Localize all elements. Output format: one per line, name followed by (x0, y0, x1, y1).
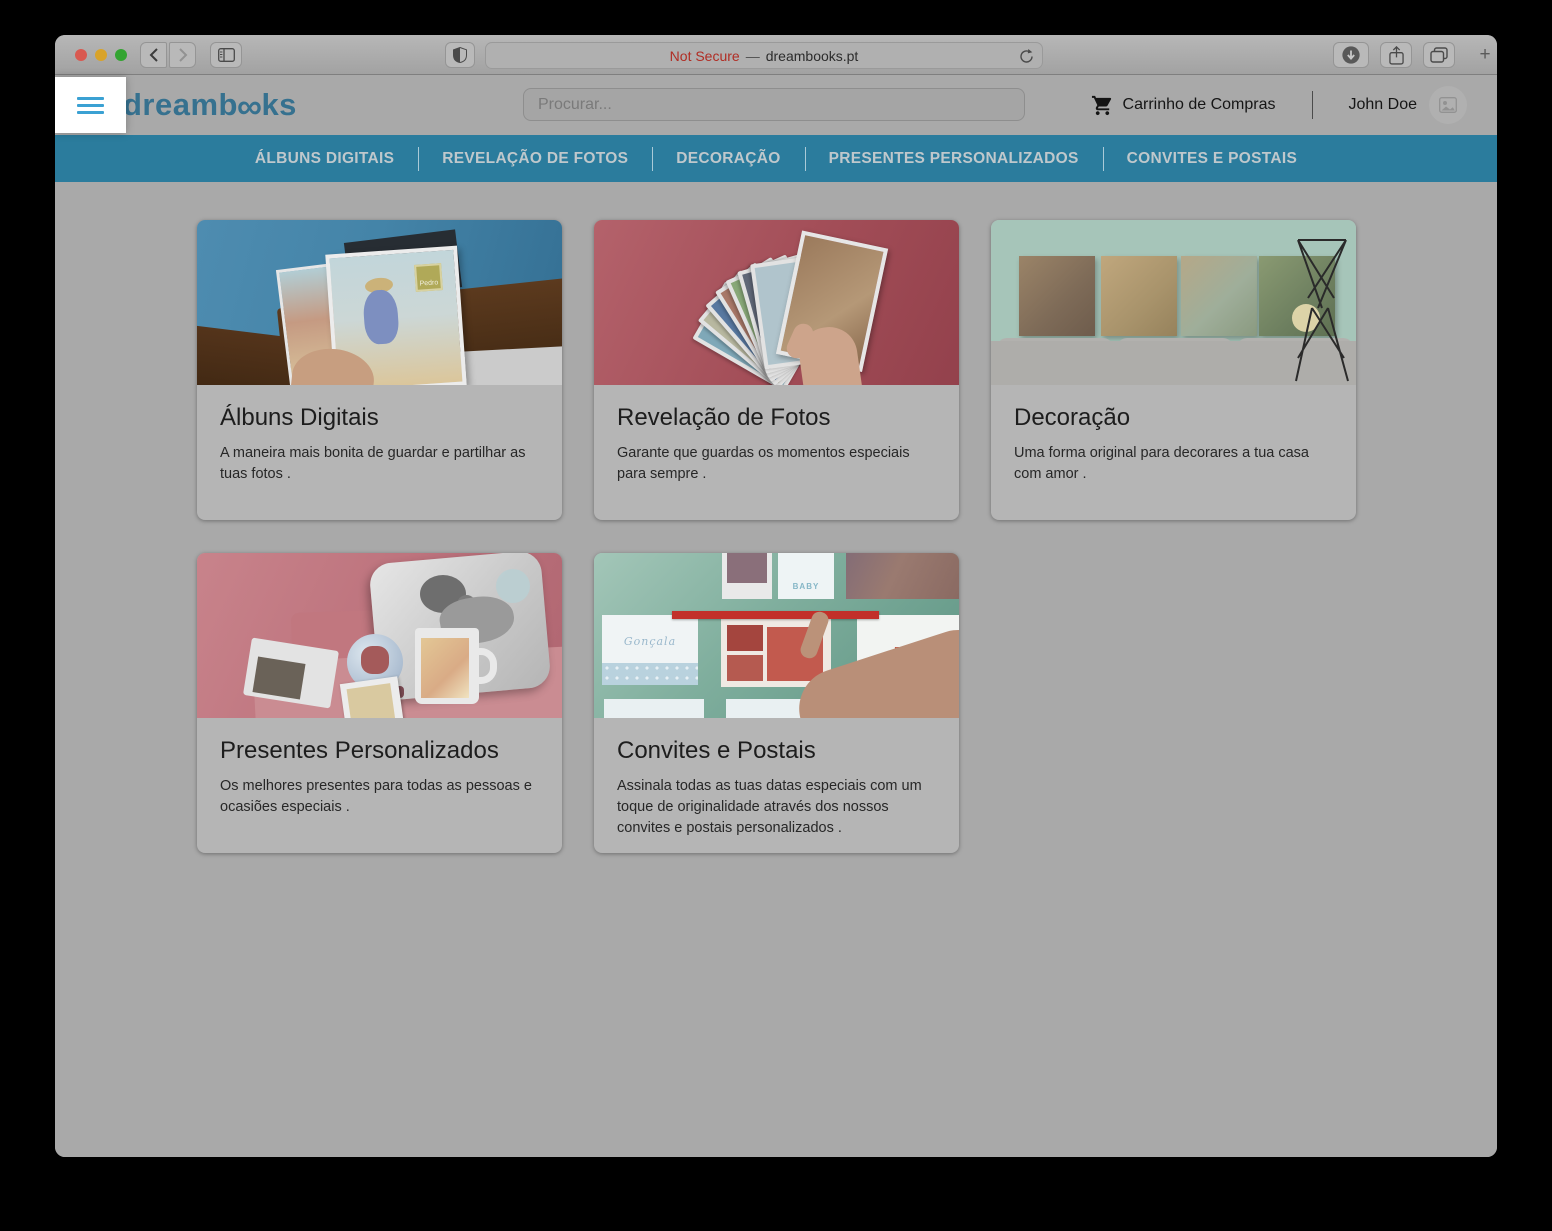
shield-icon (453, 47, 467, 63)
page-content: Pedro Álbuns Digitais A maneira mais bon… (55, 182, 1497, 1157)
logo-suffix: ks (261, 87, 296, 122)
avatar[interactable] (1429, 86, 1467, 124)
card-title: Convites e Postais (617, 737, 936, 765)
site-logo[interactable]: dreamb∞ks (123, 87, 297, 127)
card-description: Garante que guardas os momentos especiai… (617, 443, 936, 485)
card-description: A maneira mais bonita de guardar e parti… (220, 443, 539, 485)
window-controls (75, 49, 127, 61)
card-title: Decoração (1014, 404, 1333, 432)
main-navigation: ÁLBUNS DIGITAIS REVELAÇÃO DE FOTOS DECOR… (55, 135, 1497, 182)
hamburger-menu-button[interactable] (77, 97, 104, 114)
tab-overview-button[interactable] (1423, 42, 1455, 68)
card-image-personalized-gifts (197, 553, 562, 718)
category-card-albuns-digitais[interactable]: Pedro Álbuns Digitais A maneira mais bon… (197, 220, 562, 520)
url-separator: — (746, 48, 760, 64)
user-menu[interactable]: John Doe (1349, 86, 1468, 124)
security-status: Not Secure (670, 48, 740, 64)
category-card-revelacao-de-fotos[interactable]: Revelação de Fotos Garante que guardas o… (594, 220, 959, 520)
card-description: Uma forma original para decorares a tua … (1014, 443, 1333, 485)
browser-toolbar: Not Secure — dreambooks.pt + (55, 35, 1497, 75)
share-button[interactable] (1380, 42, 1412, 68)
baby-card-label: BABY (778, 553, 834, 599)
header-actions: Carrinho de Compras John Doe (1091, 75, 1467, 135)
card-image-photo-albums: Pedro (197, 220, 562, 385)
chevron-right-icon (178, 48, 188, 62)
card-image-invitations: BABY Gonçala FELIZ (594, 553, 959, 718)
cart-label: Carrinho de Compras (1123, 96, 1276, 114)
site-header: dreamb∞ks Carrinho de Compras John Doe (55, 75, 1497, 135)
chevron-left-icon (149, 48, 159, 62)
forward-button[interactable] (169, 42, 196, 68)
infinity-icon: ∞ (237, 87, 262, 126)
album-cover-badge: Pedro (414, 263, 443, 292)
reload-button[interactable] (1019, 49, 1034, 67)
tabs-overview-icon (1430, 47, 1448, 63)
download-icon (1341, 45, 1361, 65)
category-card-decoracao[interactable]: Decoração Uma forma original para decora… (991, 220, 1356, 520)
shopping-cart-icon (1091, 94, 1114, 117)
reload-icon (1019, 49, 1034, 64)
sidebar-toggle-button[interactable] (210, 42, 242, 68)
menu-spotlight (55, 77, 126, 133)
downloads-button[interactable] (1333, 42, 1369, 68)
floor-lamp-icon (1288, 238, 1356, 383)
nav-item-albuns-digitais[interactable]: ÁLBUNS DIGITAIS (231, 144, 418, 174)
category-card-convites-e-postais[interactable]: BABY Gonçala FELIZ C (594, 553, 959, 853)
share-icon (1389, 46, 1404, 65)
zoom-window-button[interactable] (115, 49, 127, 61)
card-title: Presentes Personalizados (220, 737, 539, 765)
card-description: Assinala todas as tuas datas especiais c… (617, 776, 936, 839)
logo-prefix: dreamb (123, 87, 238, 122)
address-bar[interactable]: Not Secure — dreambooks.pt (485, 42, 1043, 69)
new-tab-button[interactable]: + (1473, 42, 1497, 68)
back-button[interactable] (140, 42, 167, 68)
header-divider (1312, 91, 1313, 119)
search-input[interactable] (523, 88, 1025, 121)
nav-item-revelacao-de-fotos[interactable]: REVELAÇÃO DE FOTOS (418, 144, 652, 174)
nav-item-convites-e-postais[interactable]: CONVITES E POSTAIS (1103, 144, 1321, 174)
card-title: Álbuns Digitais (220, 404, 539, 432)
privacy-report-button[interactable] (445, 42, 475, 68)
category-card-presentes-personalizados[interactable]: Presentes Personalizados Os melhores pre… (197, 553, 562, 853)
card-description: Os melhores presentes para todas as pess… (220, 776, 539, 818)
red-ribbon (672, 611, 879, 619)
card-title: Revelação de Fotos (617, 404, 936, 432)
nav-item-presentes-personalizados[interactable]: PRESENTES PERSONALIZADOS (805, 144, 1103, 174)
url-domain: dreambooks.pt (766, 48, 859, 64)
user-name: John Doe (1349, 96, 1418, 114)
search-container (523, 88, 1025, 121)
card-image-wall-canvases (991, 220, 1356, 385)
browser-window: Not Secure — dreambooks.pt + dreamb∞ks (55, 35, 1497, 1157)
sidebar-icon (218, 48, 235, 62)
nav-item-decoracao[interactable]: DECORAÇÃO (652, 144, 804, 174)
minimize-window-button[interactable] (95, 49, 107, 61)
category-grid: Pedro Álbuns Digitais A maneira mais bon… (197, 220, 1356, 853)
photo-placeholder-icon (1439, 97, 1457, 113)
card-image-photo-prints (594, 220, 959, 385)
cart-button[interactable]: Carrinho de Compras (1091, 94, 1276, 117)
close-window-button[interactable] (75, 49, 87, 61)
hamburger-icon (77, 97, 104, 100)
